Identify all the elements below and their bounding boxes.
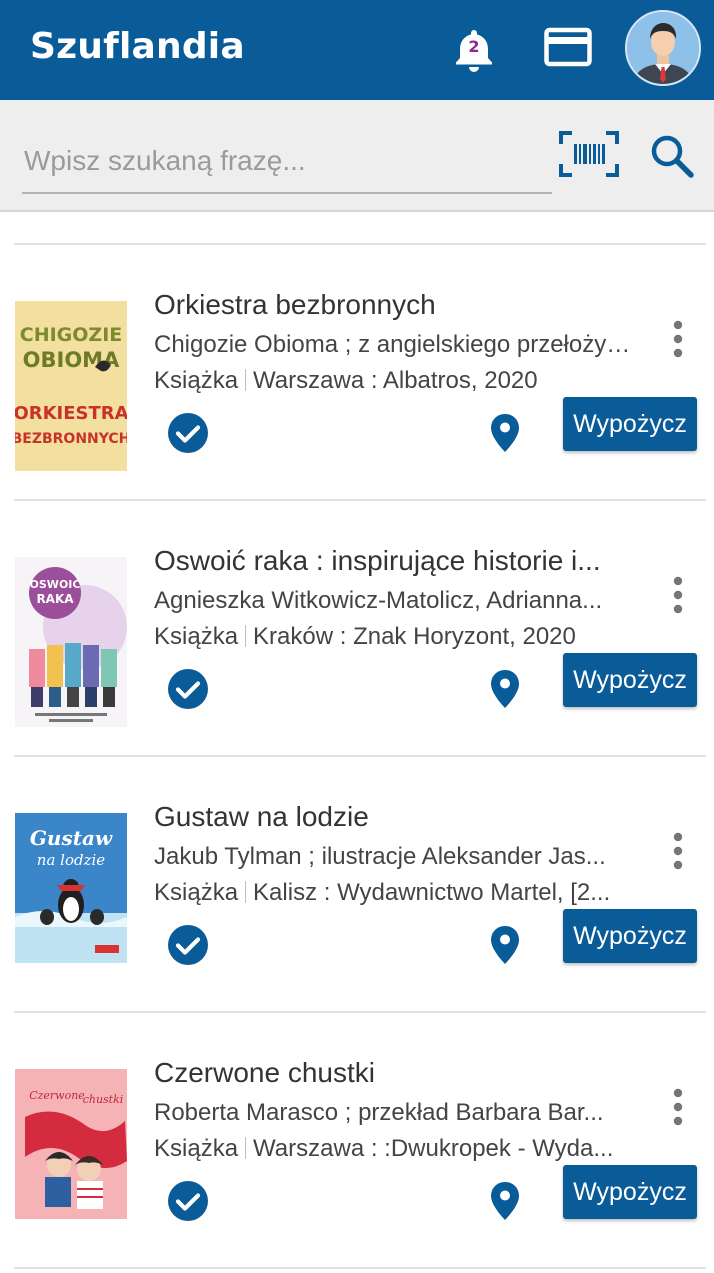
cover-text: RAKA xyxy=(36,592,74,606)
list-item[interactable]: CHIGOZIE OBIOMA ORKIESTRA BEZBRONNYCH Or… xyxy=(0,245,714,501)
location-button[interactable] xyxy=(487,1179,523,1223)
borrow-button[interactable]: Wypożycz xyxy=(563,1165,697,1219)
borrow-button[interactable]: Wypożycz xyxy=(563,909,697,963)
separator xyxy=(245,881,247,903)
item-publication: Kraków : Znak Horyzont, 2020 xyxy=(253,623,576,650)
search-input[interactable] xyxy=(22,130,552,194)
item-type: Książka xyxy=(154,879,239,906)
available-check-icon xyxy=(166,667,210,711)
cover-text: ORKIESTRA xyxy=(15,403,127,424)
book-cover[interactable]: CHIGOZIE OBIOMA ORKIESTRA BEZBRONNYCH xyxy=(15,301,127,471)
location-pin-icon xyxy=(491,1182,519,1220)
more-vert-icon xyxy=(673,1088,683,1126)
more-options-button[interactable] xyxy=(664,831,692,871)
more-vert-icon xyxy=(673,576,683,614)
location-pin-icon xyxy=(491,414,519,452)
list-item[interactable]: Gustaw na lodzie Gustaw na lodzie Jakub … xyxy=(0,757,714,1013)
available-check-icon xyxy=(166,411,210,455)
search-button[interactable] xyxy=(648,132,696,180)
user-avatar[interactable] xyxy=(625,10,701,86)
list-item[interactable]: Czerwone chustki Czerwone chustki Robert… xyxy=(0,1013,714,1269)
item-author: Chigozie Obioma ; z angielskiego przełoż… xyxy=(154,331,632,358)
item-author: Agnieszka Witkowicz-Matolicz, Adrianna..… xyxy=(154,587,603,614)
item-meta: Książka Warszawa : :Dwukropek - Wyda... xyxy=(154,1135,638,1163)
cover-text: CHIGOZIE xyxy=(20,324,123,346)
item-title[interactable]: Oswoić raka : inspirujące historie i... xyxy=(154,545,654,577)
borrow-button[interactable]: Wypożycz xyxy=(563,397,697,451)
item-author: Jakub Tylman ; ilustracje Aleksander Jas… xyxy=(154,843,606,870)
more-options-button[interactable] xyxy=(664,575,692,615)
search-bar xyxy=(0,100,714,212)
item-publication: Warszawa : Albatros, 2020 xyxy=(253,367,538,394)
location-button[interactable] xyxy=(487,667,523,711)
location-button[interactable] xyxy=(487,411,523,455)
barcode-icon xyxy=(559,131,619,177)
list-item[interactable]: OSWOIĆ RAKA Oswoić raka : inspirujące hi… xyxy=(0,501,714,757)
available-check-icon xyxy=(166,1179,210,1223)
item-meta: Książka Warszawa : Albatros, 2020 xyxy=(154,367,638,395)
notification-badge: 2 xyxy=(468,37,480,56)
location-pin-icon xyxy=(491,670,519,708)
app-bar: Szuflandia 2 xyxy=(0,0,714,100)
barcode-scan-button[interactable] xyxy=(558,130,620,178)
item-meta: Książka Kalisz : Wydawnictwo Martel, [2..… xyxy=(154,879,638,907)
search-icon xyxy=(651,135,694,178)
borrow-button[interactable]: Wypożycz xyxy=(563,653,697,707)
item-title[interactable]: Orkiestra bezbronnych xyxy=(154,289,654,321)
more-vert-icon xyxy=(673,320,683,358)
card-icon xyxy=(544,27,592,67)
more-options-button[interactable] xyxy=(664,319,692,359)
item-title[interactable]: Gustaw na lodzie xyxy=(154,801,654,833)
cover-text: BEZBRONNYCH xyxy=(15,431,127,447)
separator xyxy=(245,1137,247,1159)
user-avatar-image xyxy=(627,12,699,84)
available-check-icon xyxy=(166,923,210,967)
item-publication: Warszawa : :Dwukropek - Wyda... xyxy=(253,1135,614,1162)
item-title[interactable]: Czerwone chustki xyxy=(154,1057,654,1089)
cover-text: na lodzie xyxy=(37,851,106,869)
more-vert-icon xyxy=(673,832,683,870)
more-options-button[interactable] xyxy=(664,1087,692,1127)
item-type: Książka xyxy=(154,623,239,650)
item-author: Roberta Marasco ; przekład Barbara Bar..… xyxy=(154,1099,604,1126)
notifications-button[interactable]: 2 xyxy=(452,27,496,73)
separator xyxy=(245,369,247,391)
book-cover[interactable]: Gustaw na lodzie xyxy=(15,813,127,983)
cover-text: chustki xyxy=(83,1093,124,1106)
item-publication: Kalisz : Wydawnictwo Martel, [2... xyxy=(253,879,611,906)
item-meta: Książka Kraków : Znak Horyzont, 2020 xyxy=(154,623,638,651)
book-cover[interactable]: OSWOIĆ RAKA xyxy=(15,557,127,727)
cover-text: Gustaw xyxy=(30,826,113,850)
item-divider xyxy=(14,1267,706,1269)
cover-text: OSWOIĆ xyxy=(30,578,81,591)
location-pin-icon xyxy=(491,926,519,964)
app-title: Szuflandia xyxy=(30,26,245,67)
library-card-button[interactable] xyxy=(544,27,592,67)
item-type: Książka xyxy=(154,367,239,394)
location-button[interactable] xyxy=(487,923,523,967)
separator xyxy=(245,625,247,647)
book-cover[interactable]: Czerwone chustki xyxy=(15,1069,127,1239)
item-type: Książka xyxy=(154,1135,239,1162)
cover-text: Czerwone xyxy=(29,1089,85,1102)
